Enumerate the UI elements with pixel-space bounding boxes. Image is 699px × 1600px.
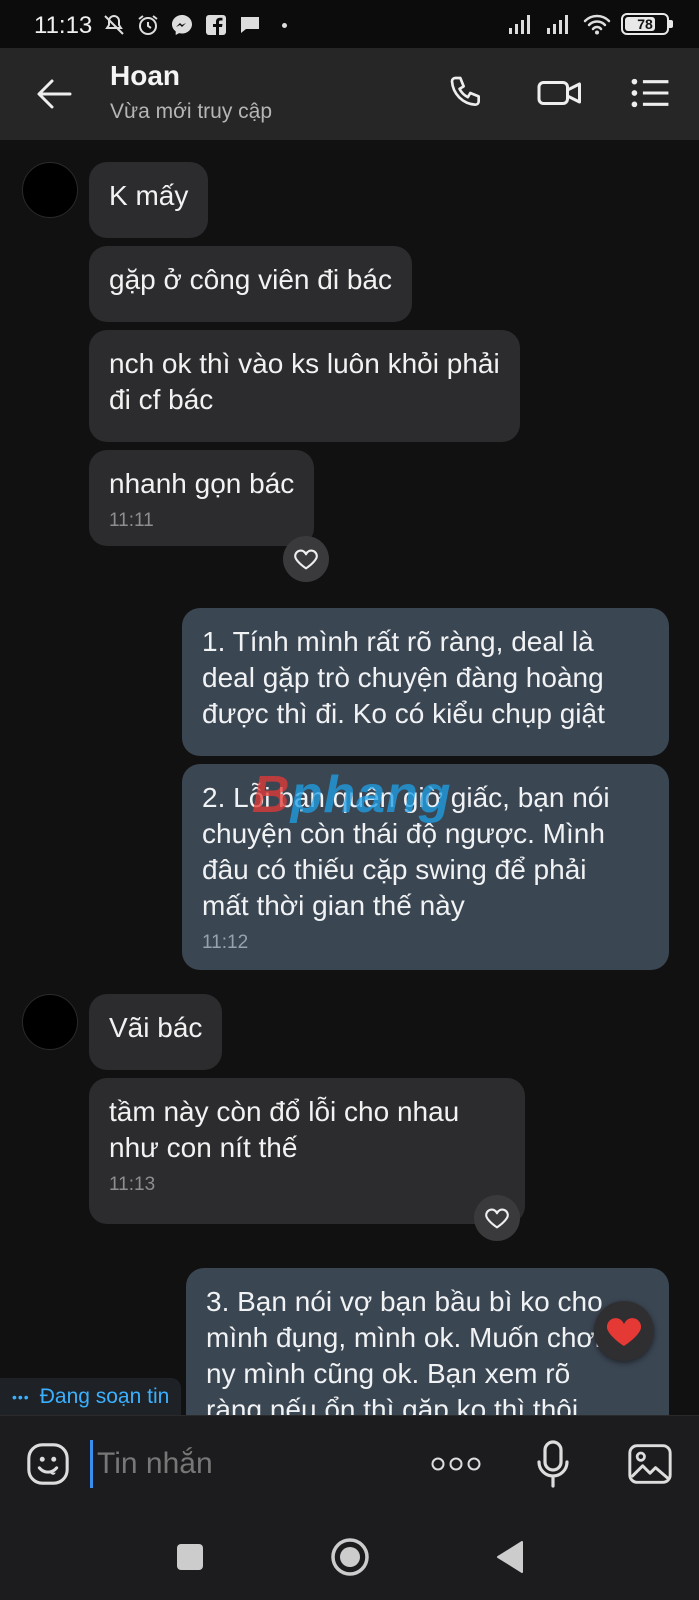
more-icon [431, 1457, 481, 1471]
message-text: K mấy [109, 180, 189, 211]
messenger-icon [172, 15, 192, 35]
microphone-icon [537, 1440, 569, 1488]
list-menu-icon [631, 78, 669, 108]
chat-icon [241, 17, 259, 33]
back-nav-button[interactable] [486, 1533, 534, 1581]
image-icon [628, 1444, 672, 1484]
alarm-icon [138, 15, 158, 35]
message-line: mất thời gian thế này [202, 890, 465, 921]
message-line: mình đụng, mình ok. Muốn chơi [206, 1322, 602, 1353]
more-button[interactable] [430, 1438, 482, 1490]
message-line: được thì đi. Ko có kiểu chụp giật [202, 698, 605, 729]
contact-status: Vừa mới truy cập [110, 100, 273, 123]
composer [0, 1415, 699, 1515]
message-input[interactable] [90, 1440, 410, 1488]
message-text: nhanh gọn bác [109, 468, 295, 499]
video-icon [537, 81, 581, 105]
message-text: gặp ở công viên đi bác [109, 264, 392, 295]
facebook-icon [206, 15, 226, 35]
typing-text: Đang soạn tin [39, 1385, 170, 1408]
message-line: đâu có thiếu cặp swing để phải [202, 854, 587, 885]
gallery-button[interactable] [624, 1438, 676, 1490]
back-arrow-icon [37, 79, 72, 109]
wifi-icon [583, 14, 611, 35]
avatar[interactable] [22, 162, 78, 218]
chat-header: Hoan Vừa mới truy cập [0, 48, 699, 140]
heart-outline-icon [294, 549, 318, 570]
message-line: ny mình cũng ok. Bạn xem rõ [206, 1358, 571, 1389]
message-bubble[interactable]: gặp ở công viên đi bác [89, 246, 412, 322]
message-list[interactable]: K mấy gặp ở công viên đi bác nch ok thì … [0, 140, 699, 1415]
message-line: tầm này còn đổ lỗi cho nhau [109, 1096, 460, 1127]
dot-icon [282, 22, 287, 28]
message-line: 3. Bạn nói vợ bạn bầu bì ko cho [206, 1286, 603, 1317]
recents-button[interactable] [166, 1533, 214, 1581]
reaction-button[interactable] [283, 536, 329, 582]
message-line: như con nít thế [109, 1132, 298, 1163]
typing-dots-icon: ••• [12, 1389, 30, 1405]
heart-outline-icon [485, 1208, 509, 1229]
home-icon [331, 1538, 369, 1576]
message-bubble[interactable]: K mấy [89, 162, 209, 238]
message-bubble[interactable]: nch ok thì vào ks luôn khỏi phải đi cf b… [89, 330, 520, 442]
battery-percent: 78 [637, 16, 653, 32]
message-line: 1. Tính mình rất rõ ràng, deal là [202, 626, 594, 657]
back-icon [497, 1541, 523, 1573]
emoji-button[interactable] [22, 1438, 74, 1490]
home-button[interactable] [326, 1533, 374, 1581]
phone-icon [450, 76, 480, 106]
system-navbar [0, 1515, 699, 1600]
message-line: đi cf bác [109, 384, 214, 415]
message-bubble[interactable]: 1. Tính mình rất rõ ràng, deal là deal g… [182, 608, 669, 756]
message-line: deal gặp trò chuyện đàng hoàng [202, 662, 604, 693]
signal-icon [547, 15, 568, 34]
video-call-button[interactable] [535, 68, 585, 118]
signal-icon [509, 15, 530, 34]
reaction-button[interactable] [474, 1195, 520, 1241]
back-button[interactable] [30, 70, 78, 118]
message-bubble[interactable]: tầm này còn đổ lỗi cho nhau như con nít … [89, 1078, 525, 1224]
contact-name[interactable]: Hoan [110, 60, 180, 92]
typing-indicator: ••• Đang soạn tin [0, 1378, 182, 1416]
emoji-icon [27, 1443, 69, 1485]
watermark-logo: Bphang [252, 766, 452, 824]
message-text: Vãi bác [109, 1012, 203, 1043]
status-time: 11:13 [34, 12, 93, 39]
message-time: 11:13 [109, 1174, 156, 1195]
status-bar: 11:13 78 [0, 0, 699, 48]
voice-call-button[interactable] [442, 68, 492, 118]
menu-button[interactable] [625, 68, 675, 118]
message-line: nch ok thì vào ks luôn khỏi phải [109, 348, 500, 379]
message-line: ràng nếu ổn thì gặp ko thì thôi [206, 1394, 579, 1415]
voice-record-button[interactable] [527, 1438, 579, 1490]
heart-reaction[interactable] [594, 1301, 654, 1361]
message-time: 11:12 [202, 932, 249, 953]
message-bubble[interactable]: Vãi bác [89, 994, 223, 1070]
message-time: 11:11 [109, 510, 154, 531]
battery-icon: 78 [621, 13, 673, 35]
message-bubble[interactable]: nhanh gọn bác 11:11 [89, 450, 315, 546]
avatar[interactable] [22, 994, 78, 1050]
heart-filled-icon [606, 1318, 642, 1346]
mute-icon [104, 14, 124, 35]
recents-icon [177, 1544, 203, 1570]
